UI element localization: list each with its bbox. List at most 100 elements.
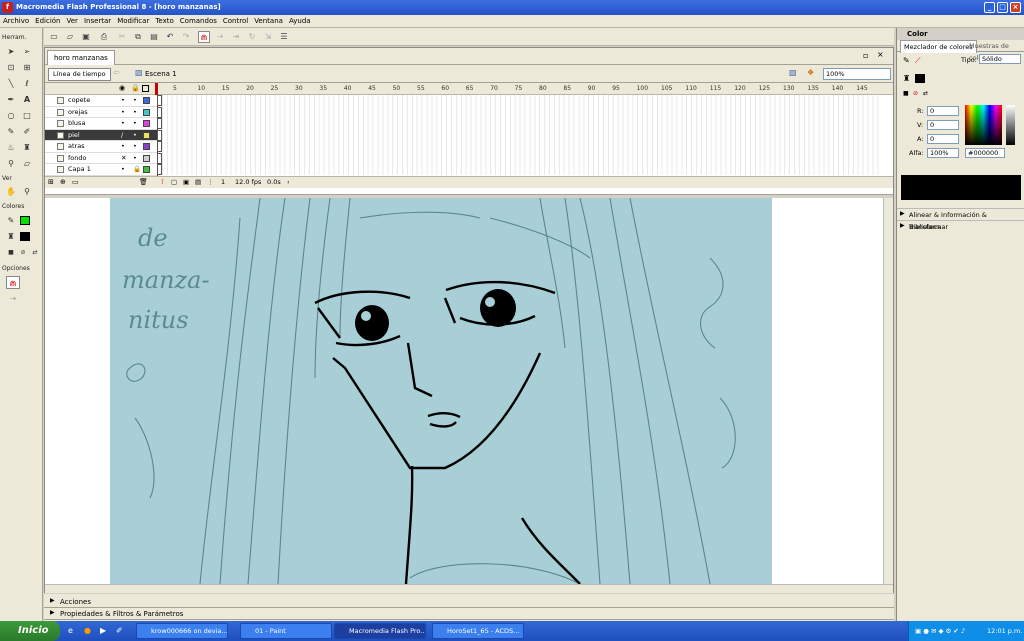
visibility-toggle[interactable]: • — [121, 118, 125, 129]
quicklaunch-ie-icon[interactable]: e — [68, 626, 73, 635]
frames-grid[interactable] — [157, 95, 881, 175]
paste-icon[interactable]: ▤ — [148, 31, 160, 43]
quicklaunch-firefox-icon[interactable]: ● — [84, 626, 91, 635]
red-input[interactable]: 0 — [927, 106, 959, 116]
add-folder-icon[interactable]: ▭ — [72, 177, 79, 188]
library-panel-bar[interactable]: Biblioteca — [897, 220, 1024, 232]
vertical-scrollbar[interactable] — [883, 198, 893, 584]
undo-icon[interactable]: ↶ — [164, 31, 176, 43]
edit-symbol-icon[interactable]: ❖ — [807, 68, 814, 77]
eye-icon[interactable]: ◉ — [119, 84, 125, 92]
visibility-toggle[interactable]: / — [121, 130, 123, 141]
lock-toggle[interactable]: • — [133, 118, 137, 129]
visibility-toggle[interactable]: • — [121, 164, 125, 175]
menu-item-2[interactable]: Ver — [64, 15, 81, 28]
swap-colors-icon[interactable]: ⇄ — [923, 90, 928, 97]
onion-skin-icon[interactable]: ▢ — [171, 177, 177, 188]
expand-arrow-icon[interactable]: ▶ — [50, 609, 55, 616]
print-icon[interactable]: ⎙ — [98, 31, 110, 43]
menu-item-7[interactable]: Control — [220, 15, 251, 28]
menu-item-9[interactable]: Ayuda — [286, 15, 314, 28]
pencil-tool-icon[interactable]: ✎ — [4, 125, 18, 138]
lock-toggle[interactable]: • — [133, 153, 137, 164]
onion-markers-icon[interactable]: ⋮ — [207, 177, 214, 188]
cut-icon[interactable]: ✂ — [116, 31, 128, 43]
close-button[interactable]: × — [1010, 2, 1021, 13]
taskbar-button[interactable]: krow000666 on devia... — [136, 623, 228, 639]
visibility-toggle[interactable]: • — [121, 95, 125, 106]
keyframe[interactable] — [157, 129, 162, 141]
alpha-input[interactable]: 100% — [927, 148, 959, 158]
stage[interactable]: de manza- nitus — [45, 198, 883, 584]
swap-colors-icon[interactable]: ⇄ — [28, 246, 42, 259]
redo-icon[interactable]: ↷ — [180, 31, 192, 43]
hex-input[interactable]: #000000 — [965, 148, 1005, 158]
expand-arrow-icon[interactable]: ▶ — [900, 210, 905, 217]
ink-bottle-tool-icon[interactable]: ♨ — [4, 141, 18, 154]
menu-item-5[interactable]: Texto — [152, 15, 176, 28]
brush-tool-icon[interactable]: ✐ — [20, 125, 34, 138]
brightness-slider[interactable] — [1006, 105, 1015, 145]
lock-toggle[interactable]: • — [133, 141, 137, 152]
snap-magnet-icon[interactable]: ⋒ — [6, 276, 20, 289]
snap-magnet-icon[interactable]: ⋒ — [198, 31, 210, 43]
outline-color-swatch[interactable] — [143, 97, 150, 104]
fill-transform-tool-icon[interactable]: ⊞ — [20, 61, 34, 74]
onion-outline-icon[interactable]: ▣ — [183, 177, 189, 188]
stroke-color-icon[interactable]: ✎ — [4, 214, 18, 227]
menu-item-3[interactable]: Insertar — [81, 15, 114, 28]
layer-row[interactable]: fondo ✕ • — [45, 152, 157, 164]
outline-color-swatch[interactable] — [143, 131, 150, 139]
align-icon[interactable]: ☰ — [278, 31, 290, 43]
hand-tool-icon[interactable]: ✋ — [4, 185, 18, 198]
visibility-toggle[interactable]: • — [121, 141, 125, 152]
pen-tool-icon[interactable]: ✒ — [4, 93, 18, 106]
zoom-tool-icon[interactable]: ⚲ — [20, 185, 34, 198]
lock-toggle[interactable]: • — [133, 95, 137, 106]
layer-row[interactable]: Capa 1 • 🔒 — [45, 164, 157, 176]
lock-toggle[interactable]: • — [133, 130, 137, 141]
maximize-button[interactable]: □ — [997, 2, 1008, 13]
layer-row[interactable]: copete • • — [45, 95, 157, 107]
free-transform-tool-icon[interactable]: ⊡ — [4, 61, 18, 74]
keyframe[interactable] — [157, 118, 162, 129]
no-color-icon[interactable]: ⊘ — [913, 90, 918, 97]
keyframe[interactable] — [157, 152, 162, 164]
start-button[interactable]: Inicio — [0, 621, 60, 641]
visibility-toggle[interactable]: • — [121, 107, 125, 118]
straighten-icon[interactable]: ⇥ — [230, 31, 242, 43]
minimize-button[interactable]: _ — [984, 2, 995, 13]
keyframe[interactable] — [157, 141, 162, 152]
keyframe[interactable] — [157, 95, 162, 106]
scene-label[interactable]: Escena 1 — [145, 68, 177, 80]
menu-item-4[interactable]: Modificar — [114, 15, 152, 28]
taskbar-button[interactable]: Macromedia Flash Pro... — [334, 623, 426, 639]
open-folder-icon[interactable]: ▱ — [64, 31, 76, 43]
outline-icon[interactable] — [142, 85, 149, 92]
timeline-scroll-left-icon[interactable]: ‹ — [287, 177, 290, 188]
edit-multiple-frames-icon[interactable]: ▤ — [195, 177, 201, 188]
lock-toggle[interactable]: • — [133, 107, 137, 118]
lock-toggle[interactable]: 🔒 — [133, 164, 141, 175]
smooth-icon[interactable]: ⇢ — [6, 292, 20, 305]
layer-row[interactable]: blusa • • — [45, 118, 157, 130]
arrow-tool-icon[interactable]: ➤ — [4, 45, 18, 58]
close-doc-icon[interactable]: × — [877, 50, 884, 59]
layer-row[interactable]: piel / • — [45, 129, 157, 141]
text-tool-icon[interactable]: A — [20, 93, 34, 106]
lasso-tool-icon[interactable]: ℓ — [20, 77, 34, 90]
zoom-select[interactable]: 100% — [823, 68, 891, 80]
menu-item-1[interactable]: Edición — [32, 15, 63, 28]
menu-item-0[interactable]: Archivo — [0, 15, 32, 28]
add-guide-layer-icon[interactable]: ⊕ — [60, 177, 66, 188]
default-colors-icon[interactable]: ■ — [903, 90, 909, 97]
outline-color-swatch[interactable] — [143, 120, 150, 127]
timeline-toggle-button[interactable]: Línea de tiempo — [48, 68, 111, 81]
outline-color-swatch[interactable] — [143, 154, 150, 162]
fill-color-swatch[interactable] — [20, 232, 30, 241]
rectangle-tool-icon[interactable]: □ — [20, 109, 34, 122]
rotate-icon[interactable]: ↻ — [246, 31, 258, 43]
properties-panel-bar[interactable]: Propiedades & Filtros & Parámetros — [44, 608, 894, 620]
menu-item-6[interactable]: Comandos — [177, 15, 220, 28]
menu-item-8[interactable]: Ventana — [251, 15, 286, 28]
